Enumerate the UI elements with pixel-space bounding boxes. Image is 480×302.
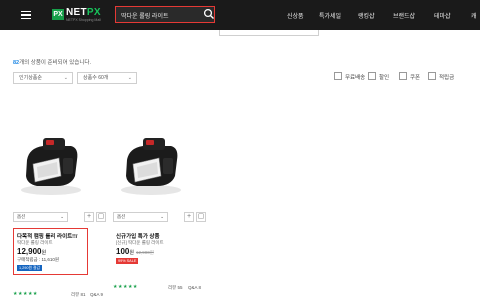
checkbox[interactable] bbox=[399, 72, 407, 80]
checkbox[interactable] bbox=[368, 72, 376, 80]
filter-label: 할인 bbox=[379, 75, 390, 81]
nav-item-brand[interactable]: 브랜드샵 bbox=[393, 11, 415, 20]
result-text: 개의 상품이 준비되어 있습니다. bbox=[19, 60, 92, 66]
discount-badge: 1,290원 절감 bbox=[17, 265, 43, 271]
add-cart-button[interactable]: + bbox=[184, 212, 194, 222]
checkbox[interactable] bbox=[428, 72, 436, 80]
option-select[interactable]: 옵션 ⌄ bbox=[13, 212, 68, 222]
logo[interactable]: NETPX bbox=[66, 7, 101, 18]
chevron-down-icon: ⌄ bbox=[160, 214, 164, 219]
sort-order-value: 인기상품순 bbox=[19, 75, 43, 81]
filter-label: 쿠폰 bbox=[410, 75, 421, 81]
sale-badge: 99% SALE bbox=[116, 258, 139, 264]
search-dropdown-panel bbox=[219, 30, 319, 36]
menu-icon[interactable] bbox=[21, 9, 31, 21]
logo-badge[interactable]: PX bbox=[52, 9, 64, 20]
option-select[interactable]: 옵션 ⌄ bbox=[113, 212, 168, 222]
review-count[interactable]: 리뷰 55 bbox=[168, 285, 183, 291]
product-points: 구매적립금 : 11,610원 bbox=[17, 257, 60, 262]
product-name[interactable]: 신규가입 특가 상품 bbox=[116, 232, 160, 240]
chevron-down-icon: ⌄ bbox=[63, 75, 68, 81]
filter-label: 무료배송 bbox=[345, 75, 366, 81]
filter-free-shipping[interactable]: 무료배송 bbox=[334, 72, 365, 81]
price-unit: 원 bbox=[41, 250, 47, 256]
qa-count[interactable]: Q&A 9 bbox=[90, 292, 103, 297]
price-value: 12,900 bbox=[17, 247, 42, 256]
product-subtitle: 딱다운 롤링 라이트 bbox=[17, 240, 53, 245]
logo-subtitle: NETPX Shopping Mall bbox=[66, 18, 101, 22]
nav-item-theme[interactable]: 테마샵 bbox=[434, 11, 451, 20]
filter-discount[interactable]: 할인 bbox=[368, 72, 389, 81]
rating-stars: ★★★★★ bbox=[13, 291, 38, 297]
result-count-text: 82개의 상품이 준비되어 있습니다. bbox=[13, 58, 91, 66]
product-name[interactable]: 다목적 캠핑 롤리 라이트!!/ bbox=[17, 232, 77, 240]
compare-button[interactable]: ▢ bbox=[196, 212, 206, 222]
add-cart-button[interactable]: + bbox=[84, 212, 94, 222]
price-unit: 원 bbox=[129, 250, 134, 256]
search-input[interactable]: 딱다운 롤링 라이트 bbox=[115, 6, 215, 23]
review-count[interactable]: 리뷰 81 bbox=[71, 292, 86, 298]
sort-order-select[interactable]: 인기상품순 ⌄ bbox=[13, 72, 73, 84]
nav-item-new[interactable]: 신상품 bbox=[287, 11, 304, 20]
original-price: 12,900원 bbox=[135, 250, 154, 255]
option-select-value: 옵션 bbox=[17, 214, 26, 219]
logo-text-accent: PX bbox=[86, 7, 101, 18]
compare-button[interactable]: ▢ bbox=[96, 212, 106, 222]
top-navigation-bar: PX NETPX NETPX Shopping Mall 딱다운 롤링 라이트 … bbox=[0, 0, 480, 30]
chevron-down-icon: ⌄ bbox=[127, 75, 132, 81]
nav-item-more[interactable]: 캐 bbox=[471, 11, 477, 20]
checkbox[interactable] bbox=[334, 72, 342, 80]
product-image[interactable] bbox=[13, 130, 88, 202]
product-subtitle: [신규] 딱다운 롤링 라이트 bbox=[116, 240, 164, 245]
product-price: 100원 12,900원 bbox=[116, 247, 154, 256]
qa-count[interactable]: Q&A 8 bbox=[188, 285, 201, 290]
search-icon[interactable] bbox=[203, 8, 215, 20]
option-select-value: 옵션 bbox=[117, 214, 126, 219]
filter-label: 적립금 bbox=[439, 75, 455, 81]
per-page-value: 상품수 60개 bbox=[83, 75, 109, 81]
product-image[interactable] bbox=[113, 130, 188, 202]
nav-item-sale[interactable]: 특가세일 bbox=[319, 11, 341, 20]
price-value: 100 bbox=[116, 247, 130, 256]
logo-text: NET bbox=[66, 7, 87, 18]
chevron-down-icon: ⌄ bbox=[60, 214, 64, 219]
per-page-select[interactable]: 상품수 60개 ⌄ bbox=[77, 72, 137, 84]
rating-stars: ★★★★★ bbox=[113, 284, 138, 290]
filter-points[interactable]: 적립금 bbox=[428, 72, 454, 81]
search-input-value: 딱다운 롤링 라이트 bbox=[121, 14, 169, 20]
product-price: 12,900원 bbox=[17, 247, 46, 256]
nav-item-ranking[interactable]: 랭킹샵 bbox=[358, 11, 375, 20]
filter-coupon[interactable]: 쿠폰 bbox=[399, 72, 420, 81]
